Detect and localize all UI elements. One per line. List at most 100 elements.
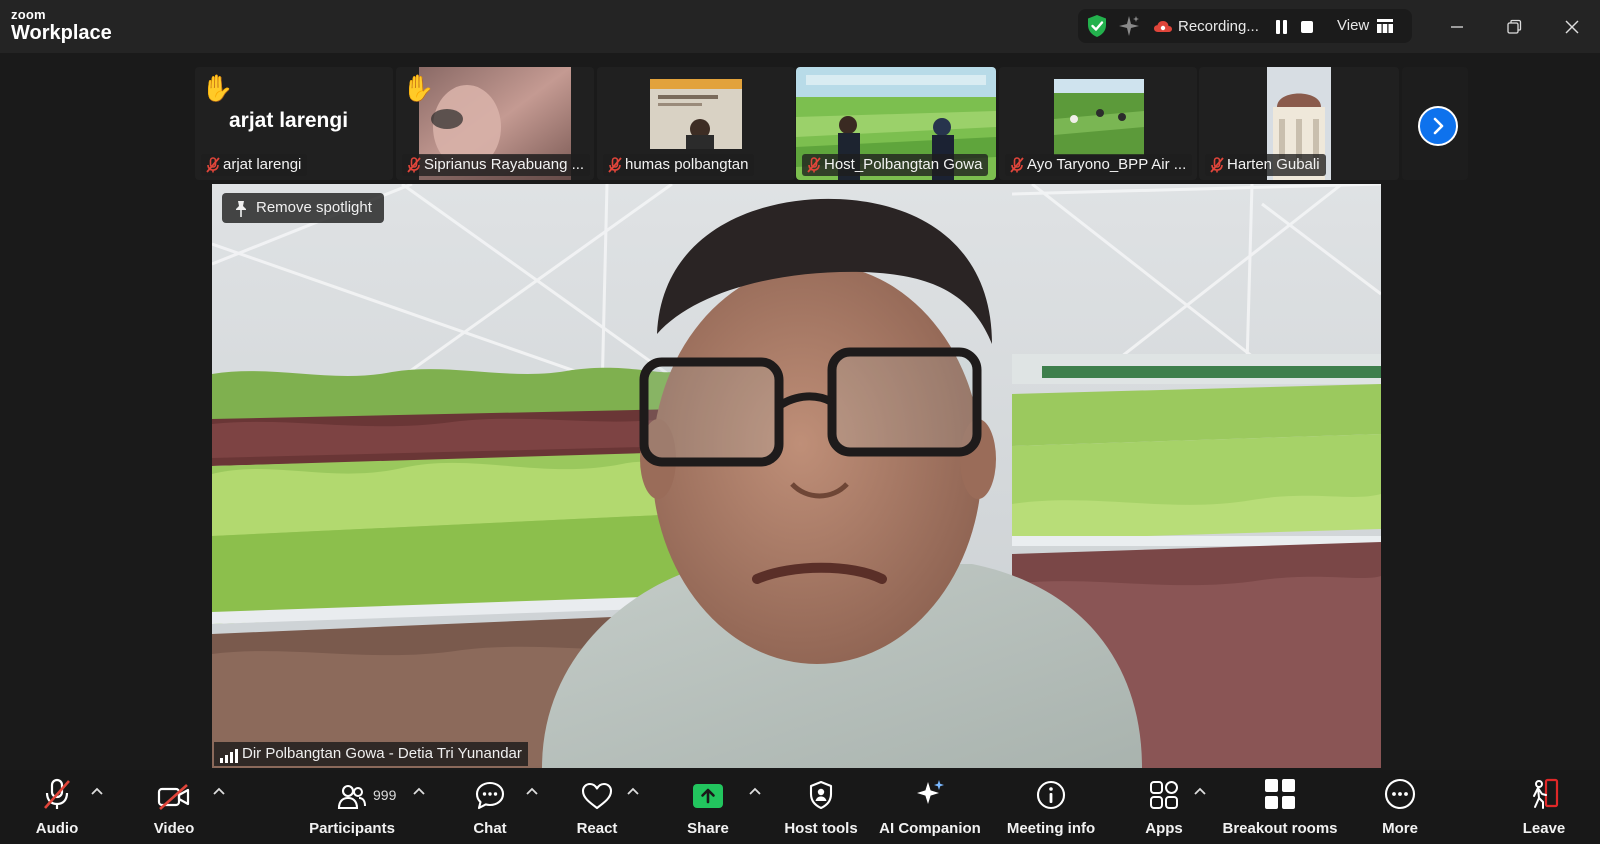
security-shield-icon[interactable] — [1086, 14, 1108, 43]
react-options-caret[interactable] — [626, 784, 640, 798]
participants-icon — [337, 770, 367, 812]
grid-view-icon[interactable] — [1377, 19, 1393, 38]
muted-mic-icon — [42, 770, 72, 812]
ai-companion-label: AI Companion — [879, 820, 981, 837]
apps-options-caret[interactable] — [1193, 784, 1207, 798]
participant-display-name: arjat larengi — [229, 109, 349, 132]
more-button[interactable]: More — [1376, 770, 1424, 844]
participant-video-humas — [650, 79, 742, 149]
speaker-name: Dir Polbangtan Gowa - Detia Tri Yunandar — [242, 745, 522, 762]
muted-mic-icon — [608, 157, 622, 180]
info-icon — [1036, 770, 1066, 812]
muted-mic-icon — [1010, 157, 1024, 180]
participant-name: humas polbangtan — [625, 156, 749, 173]
video-off-icon — [157, 770, 191, 812]
audio-label: Audio — [35, 820, 79, 837]
participant-tile-siprianus[interactable]: ✋ Siprianus Rayabuang ... — [396, 67, 594, 180]
audio-button[interactable]: Audio — [31, 770, 83, 844]
participants-button[interactable]: Participants — [305, 770, 399, 844]
chevron-up-icon — [91, 787, 103, 795]
pause-recording-icon[interactable] — [1275, 19, 1289, 40]
chevron-right-icon — [1433, 117, 1444, 135]
participant-tile-harten-gubali[interactable]: Harten Gubali — [1199, 67, 1399, 180]
participant-name-label: Ayo Taryono_BPP Air ... — [1005, 154, 1193, 176]
title-bar: zoom Workplace Recording... View — [0, 0, 1600, 53]
participant-name: arjat larengi — [223, 156, 302, 173]
react-button[interactable]: React — [571, 770, 623, 844]
participants-label: Participants — [309, 820, 395, 837]
raised-hand-icon: ✋ — [201, 73, 234, 103]
muted-mic-icon — [807, 157, 821, 180]
chat-button[interactable]: Chat — [466, 770, 514, 844]
participants-options-caret[interactable] — [412, 784, 426, 798]
share-button[interactable]: Share — [682, 770, 734, 844]
ai-sparkle-icon[interactable] — [1118, 15, 1140, 42]
view-button[interactable]: View — [1337, 17, 1369, 34]
brand-small: zoom — [11, 7, 46, 22]
chevron-up-icon — [627, 787, 639, 795]
more-label: More — [1382, 820, 1418, 837]
video-button[interactable]: Video — [148, 770, 200, 844]
cloud-recording-icon — [1153, 20, 1173, 38]
share-screen-icon — [692, 770, 724, 812]
chevron-up-icon — [213, 787, 225, 795]
apps-button[interactable]: Apps — [1138, 770, 1190, 844]
speaker-video-feed — [212, 184, 1381, 768]
share-options-caret[interactable] — [748, 784, 762, 798]
react-label: React — [576, 820, 618, 837]
more-icon — [1384, 770, 1416, 812]
apps-icon — [1149, 770, 1179, 812]
meeting-info-label: Meeting info — [1006, 820, 1096, 837]
ai-companion-button[interactable]: AI Companion — [879, 770, 981, 844]
raised-hand-icon: ✋ — [402, 73, 435, 103]
muted-mic-icon — [206, 157, 220, 180]
participant-name-label: Host_Polbangtan Gowa — [802, 154, 989, 176]
participant-tile-humas-polbangtan[interactable]: humas polbangtan — [597, 67, 795, 180]
participant-name: Ayo Taryono_BPP Air ... — [1027, 156, 1187, 173]
video-options-caret[interactable] — [212, 784, 226, 798]
breakout-rooms-button[interactable]: Breakout rooms — [1222, 770, 1338, 844]
participants-count: 999 — [373, 787, 397, 803]
close-icon[interactable] — [1557, 12, 1587, 42]
chevron-up-icon — [413, 787, 425, 795]
participant-tile-ayo-taryono[interactable]: Ayo Taryono_BPP Air ... — [999, 67, 1197, 180]
participant-tile-arjat-larengi[interactable]: ✋ arjat larengi arjat larengi — [195, 67, 393, 180]
leave-button[interactable]: Leave — [1520, 770, 1568, 844]
participant-name-label: arjat larengi — [201, 154, 308, 176]
restore-icon[interactable] — [1499, 12, 1529, 42]
chat-icon — [475, 770, 505, 812]
video-label: Video — [153, 820, 195, 837]
meeting-info-button[interactable]: Meeting info — [1004, 770, 1098, 844]
audio-options-caret[interactable] — [90, 784, 104, 798]
host-tools-button[interactable]: Host tools — [783, 770, 859, 844]
chat-options-caret[interactable] — [525, 784, 539, 798]
share-label: Share — [687, 820, 729, 837]
speaker-name-label: Dir Polbangtan Gowa - Detia Tri Yunandar — [214, 742, 528, 766]
filmstrip-next-button[interactable] — [1418, 106, 1458, 146]
participant-name: Harten Gubali — [1227, 156, 1320, 173]
muted-mic-icon — [1210, 157, 1224, 180]
participant-name-label: Harten Gubali — [1205, 154, 1326, 176]
participant-name: Siprianus Rayabuang ... — [424, 156, 585, 173]
participant-name: Host_Polbangtan Gowa — [824, 156, 983, 173]
chevron-up-icon — [749, 787, 761, 795]
host-tools-label: Host tools — [784, 820, 858, 837]
breakout-rooms-icon — [1264, 770, 1296, 812]
chat-label: Chat — [473, 820, 507, 837]
participant-tile-host-polbangtan-gowa[interactable]: Host_Polbangtan Gowa — [796, 67, 996, 180]
participant-name-label: Siprianus Rayabuang ... — [402, 154, 591, 176]
remove-spotlight-label: Remove spotlight — [256, 199, 372, 216]
recording-status: Recording... — [1178, 18, 1259, 35]
spotlight-video[interactable]: Remove spotlight Dir Polbangtan Gowa - D… — [212, 184, 1381, 768]
remove-spotlight-button[interactable]: Remove spotlight — [222, 193, 384, 223]
minimize-icon[interactable] — [1442, 12, 1472, 42]
connection-strength-icon — [220, 747, 238, 768]
muted-mic-icon — [407, 157, 421, 180]
brand-large: Workplace — [11, 22, 112, 44]
breakout-rooms-label: Breakout rooms — [1222, 820, 1338, 837]
leave-icon — [1528, 770, 1560, 812]
zoom-workplace-logo: zoom Workplace — [11, 8, 112, 43]
stop-recording-icon[interactable] — [1299, 19, 1315, 40]
leave-label: Leave — [1522, 820, 1566, 837]
host-shield-icon — [808, 770, 834, 812]
